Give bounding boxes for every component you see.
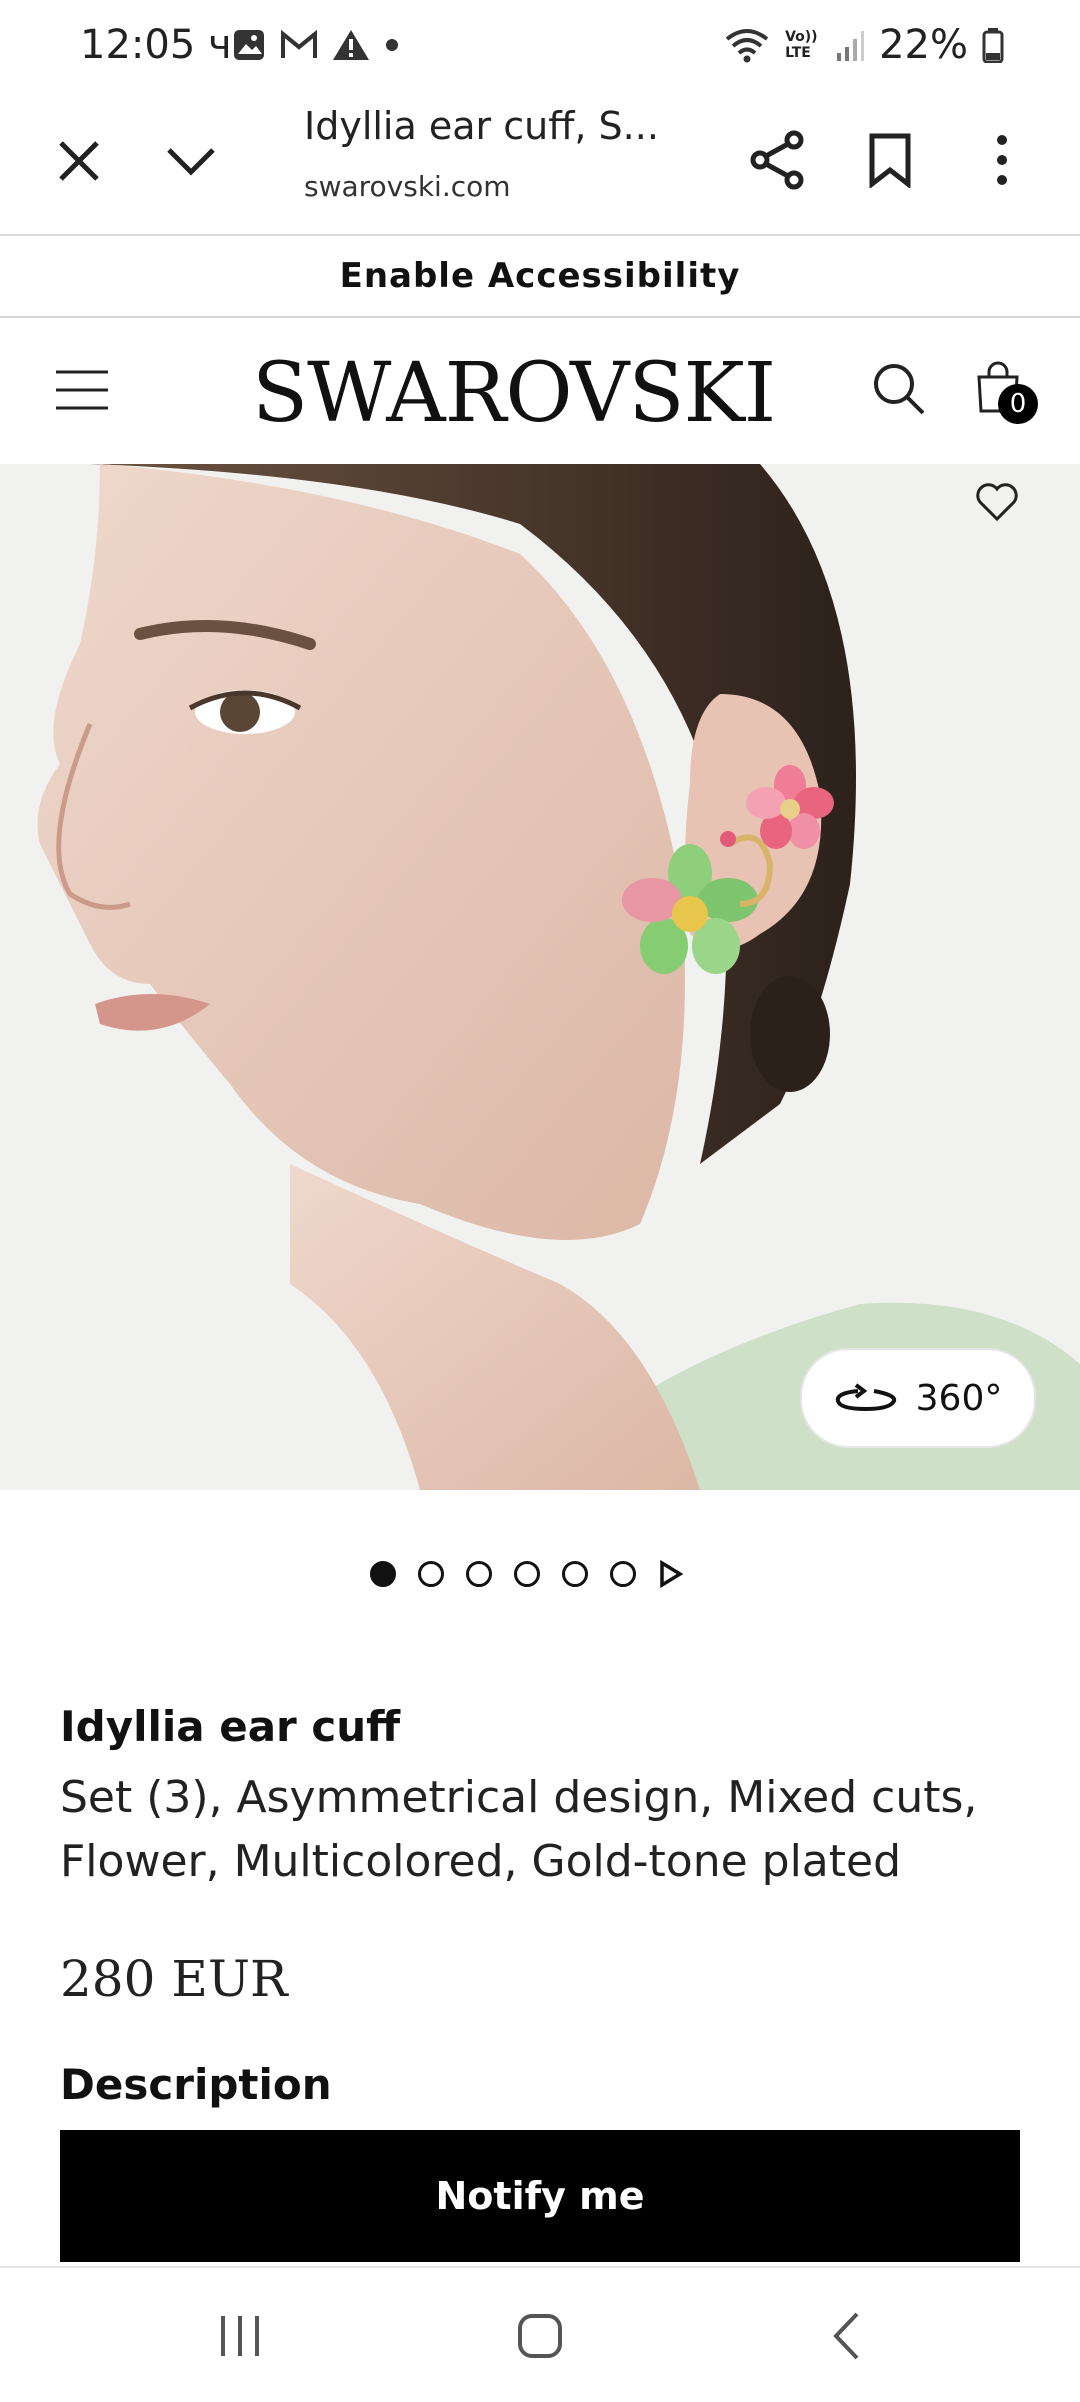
gallery-dot[interactable] xyxy=(466,1561,492,1587)
enable-accessibility-link[interactable]: Enable Accessibility xyxy=(0,236,1080,318)
page-url[interactable]: swarovski.com xyxy=(304,170,511,203)
more-options-button[interactable] xyxy=(966,124,1038,196)
home-button[interactable] xyxy=(500,2296,580,2376)
minimize-tab-button[interactable] xyxy=(158,128,224,194)
recent-apps-icon xyxy=(221,2316,259,2356)
gmail-notification-icon xyxy=(281,29,317,58)
play-video-icon[interactable] xyxy=(658,1560,684,1588)
wishlist-button[interactable] xyxy=(962,472,1032,532)
close-icon xyxy=(59,141,99,181)
status-system-icons: Vo)) LTE 22% xyxy=(723,22,1004,68)
notify-me-button[interactable]: Notify me xyxy=(60,2130,1020,2262)
site-header: SWAROVSKI 0 xyxy=(0,318,1080,464)
share-icon xyxy=(750,130,804,190)
view-360-button[interactable]: 360° xyxy=(800,1348,1036,1448)
more-vert-icon xyxy=(997,135,1007,185)
product-subtitle: Set (3), Asymmetrical design, Mixed cuts… xyxy=(60,1772,978,1887)
view-360-label: 360° xyxy=(915,1377,1003,1419)
close-tab-button[interactable] xyxy=(46,128,112,194)
status-bar: 12:05 ч. Vo)) LTE 22% xyxy=(0,0,1080,90)
bookmark-button[interactable] xyxy=(854,124,926,196)
warning-notification-icon xyxy=(333,30,369,60)
gallery-dot[interactable] xyxy=(562,1561,588,1587)
battery-icon xyxy=(982,28,1004,63)
custom-tab-toolbar: Idyllia ear cuff, S... swarovski.com xyxy=(0,90,1080,236)
swarovski-logo[interactable]: SWAROVSKI xyxy=(252,346,776,441)
status-time: 12:05 ч. xyxy=(80,22,245,68)
volte-indicator: Vo)) LTE xyxy=(785,29,818,61)
product-image[interactable] xyxy=(0,464,1080,1490)
cart-count-badge: 0 xyxy=(998,384,1038,424)
back-icon xyxy=(833,2312,859,2360)
gallery-dot[interactable] xyxy=(370,1561,396,1587)
search-icon xyxy=(874,364,925,415)
recent-apps-button[interactable] xyxy=(200,2296,280,2376)
status-notification-icons xyxy=(232,28,400,62)
system-navigation-bar xyxy=(0,2266,1080,2402)
signal-strength-icon xyxy=(837,31,865,61)
hamburger-menu-icon xyxy=(56,370,108,410)
gallery-notification-icon xyxy=(234,30,264,60)
product-price: 280 EUR xyxy=(60,1950,288,2008)
page-title: Idyllia ear cuff, S... xyxy=(304,104,659,148)
product-photo xyxy=(0,464,1080,1490)
wifi-icon xyxy=(725,29,769,63)
menu-button[interactable] xyxy=(50,358,114,422)
rotate-360-icon xyxy=(835,1383,896,1412)
description-heading[interactable]: Description xyxy=(60,2060,332,2109)
search-button[interactable] xyxy=(866,356,932,422)
bookmark-icon xyxy=(869,133,911,188)
heart-icon xyxy=(976,483,1018,522)
back-button[interactable] xyxy=(806,2296,886,2376)
battery-percentage: 22% xyxy=(879,22,968,68)
home-icon xyxy=(518,2314,562,2358)
gallery-dot[interactable] xyxy=(418,1561,444,1587)
more-notifications-dot-icon xyxy=(386,39,398,51)
chevron-down-icon xyxy=(167,148,215,176)
share-button[interactable] xyxy=(742,124,814,196)
gallery-dot[interactable] xyxy=(514,1561,540,1587)
gallery-pagination xyxy=(370,1560,684,1588)
product-name: Idyllia ear cuff xyxy=(60,1702,401,1751)
gallery-dot[interactable] xyxy=(610,1561,636,1587)
